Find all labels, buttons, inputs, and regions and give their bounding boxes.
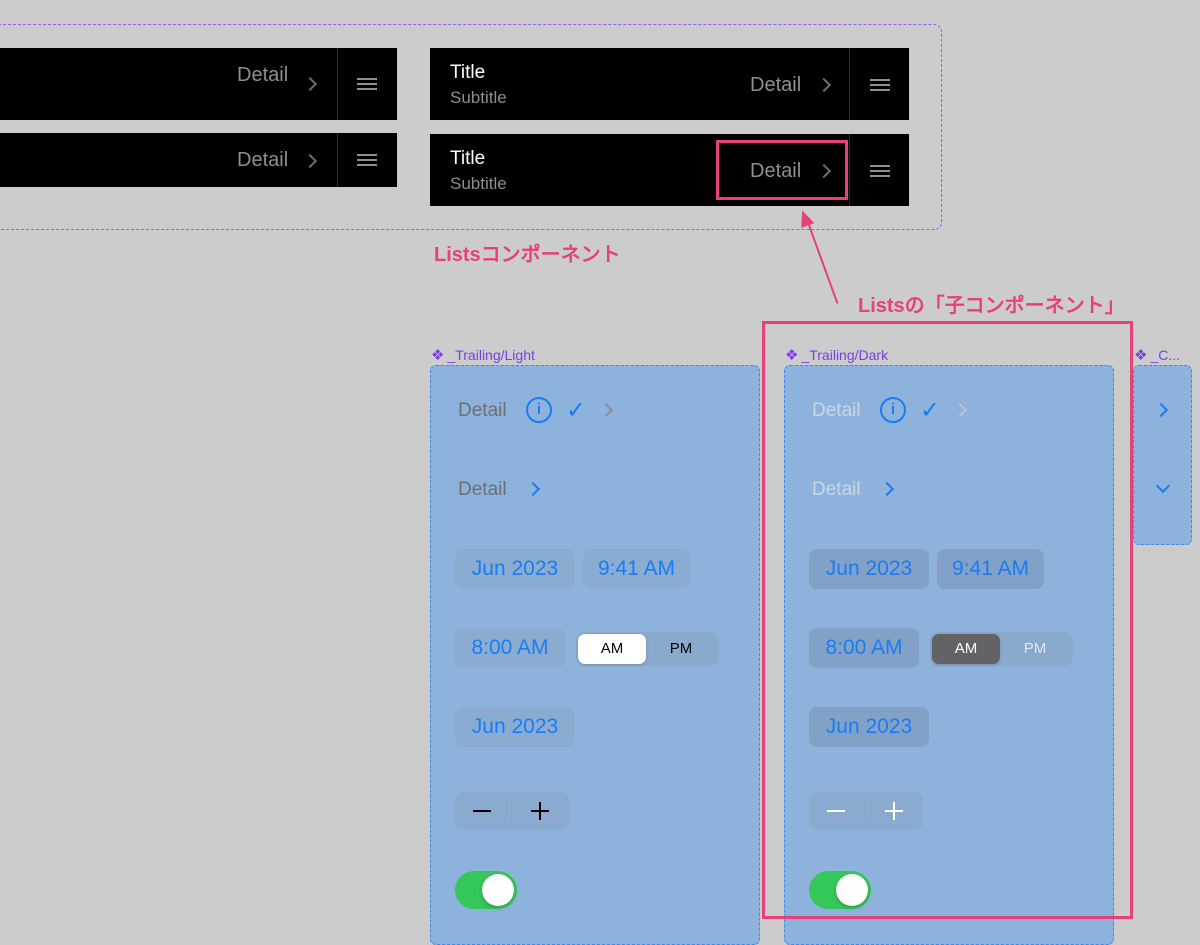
time-pill[interactable]: 8:00 AM (455, 628, 565, 668)
row-title: Title (450, 62, 486, 83)
chevron-right-icon (598, 402, 614, 418)
chevron-right-icon (816, 77, 832, 93)
reorder-icon[interactable] (870, 165, 890, 180)
trailing-chevron-panel (1133, 365, 1192, 545)
component-label-light[interactable]: ❖ _Trailing/Light (431, 346, 535, 364)
chevron-right-icon[interactable] (525, 481, 541, 497)
reorder-icon[interactable] (357, 78, 377, 93)
info-icon[interactable]: i (526, 397, 552, 423)
component-label-third[interactable]: ❖ _C... (1134, 346, 1180, 364)
date-pill[interactable]: Jun 2023 (455, 707, 575, 747)
trailing-light-panel: Detail i ✓ Detail Jun 2023 9:41 AM 8:00 … (430, 365, 760, 945)
component-diamond-icon: ❖ (1134, 347, 1148, 364)
plus-icon-vertical (539, 802, 541, 820)
row-subtitle: Subtitle (450, 174, 507, 193)
detail-text: Detail (458, 400, 507, 421)
checkmark-icon: ✓ (566, 397, 587, 424)
reorder-icon[interactable] (870, 79, 890, 94)
child-component-label: Listsの「子コンポーネント」 (858, 295, 1125, 317)
child-component-highlight-frame (762, 321, 1133, 919)
component-diamond-icon: ❖ (431, 347, 445, 364)
component-name: _C... (1150, 347, 1181, 363)
am-option[interactable]: AM (578, 634, 646, 664)
detail-text: Detail (237, 149, 289, 171)
toggle-switch[interactable] (455, 871, 517, 909)
row-title: Title (450, 148, 486, 169)
pm-option[interactable]: PM (647, 634, 715, 664)
date-pill[interactable]: Jun 2023 (455, 549, 575, 589)
highlight-box (716, 140, 848, 200)
minus-icon[interactable] (473, 810, 491, 812)
list-row[interactable]: Detail (0, 48, 397, 120)
am-pm-segmented-control[interactable]: AM PM (576, 632, 719, 666)
detail-text: Detail (237, 64, 289, 86)
stepper[interactable] (455, 792, 569, 830)
chevron-right-icon[interactable] (1153, 402, 1169, 418)
chevron-right-icon (302, 76, 318, 92)
toggle-knob (482, 874, 514, 906)
time-pill[interactable]: 9:41 AM (583, 549, 690, 589)
chevron-right-icon (302, 153, 318, 169)
list-row[interactable]: Detail (0, 133, 397, 187)
detail-text: Detail (750, 74, 802, 96)
component-name: _Trailing/Light (447, 347, 535, 363)
list-row[interactable]: Title Subtitle Detail (430, 48, 909, 120)
row-subtitle: Subtitle (450, 88, 507, 107)
detail-text: Detail (458, 479, 507, 500)
lists-component-label: Listsコンポーネント (434, 244, 621, 266)
divider (849, 134, 850, 206)
divider (849, 48, 850, 120)
divider (337, 48, 338, 120)
stepper-divider (511, 801, 512, 821)
chevron-down-icon[interactable] (1155, 478, 1171, 494)
reorder-icon[interactable] (357, 154, 377, 169)
divider (337, 133, 338, 187)
